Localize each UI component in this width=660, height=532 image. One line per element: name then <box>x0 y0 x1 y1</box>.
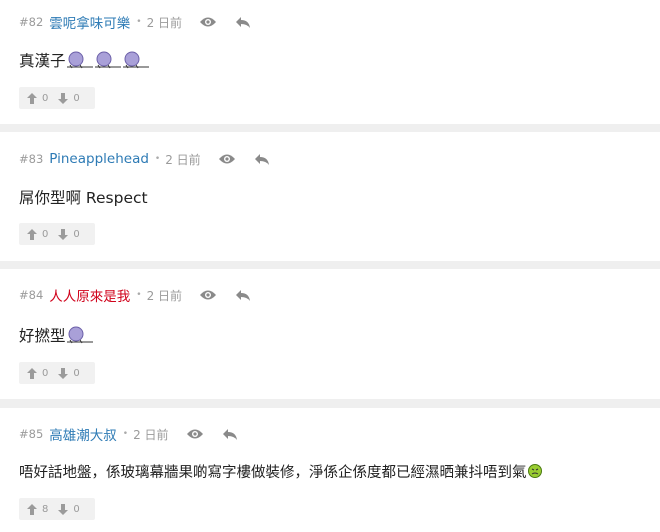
post-text: 真漢子 <box>19 52 66 70</box>
post-85: #85 高雄潮大叔 • 2 日前 唔好話地盤，係玻璃幕牆果啲寫字樓做裝修，淨係企… <box>0 408 660 532</box>
arrow-up-icon <box>27 367 37 379</box>
post-text: 屌你型啊 Respect <box>19 189 148 207</box>
eye-icon[interactable] <box>186 428 204 440</box>
arrow-down-icon <box>58 367 69 379</box>
upvote-button[interactable]: 8 <box>27 503 49 515</box>
post-meta: #84 人人原來是我 • 2 日前 <box>19 285 251 305</box>
upvote-count: 0 <box>42 92 49 104</box>
post-content: 屌你型啊 Respect <box>19 186 148 208</box>
downvote-count: 0 <box>73 92 80 104</box>
post-number: #83 <box>19 152 44 166</box>
dead-emoticon <box>94 51 121 69</box>
separator-dot: • <box>122 429 129 439</box>
arrow-up-icon <box>27 228 37 240</box>
post-number: #82 <box>19 15 44 29</box>
vote-bar: 8 0 <box>19 498 95 520</box>
reply-icon[interactable] <box>254 153 270 166</box>
arrow-down-icon <box>58 503 69 515</box>
arrow-down-icon <box>58 228 69 240</box>
arrow-down-icon <box>58 92 69 104</box>
upvote-count: 8 <box>42 503 49 515</box>
post-meta: #82 雲呢拿味可樂 • 2 日前 <box>19 12 251 32</box>
post-text: 好撚型 <box>19 327 66 345</box>
post-time: 2 日前 <box>165 152 201 167</box>
username-link[interactable]: 人人原來是我 <box>49 285 130 305</box>
separator-dot: • <box>136 290 142 300</box>
username-link[interactable]: 高雄潮大叔 <box>49 424 117 444</box>
upvote-button[interactable]: 0 <box>27 92 49 104</box>
post-content: 唔好話地盤，係玻璃幕牆果啲寫字樓做裝修，淨係企係度都已經濕晒兼抖唔到氣 <box>19 460 543 482</box>
upvote-button[interactable]: 0 <box>27 367 49 379</box>
post-content: 好撚型 <box>19 324 94 346</box>
post-time: 2 日前 <box>146 15 183 30</box>
dead-emoticon <box>122 51 149 69</box>
username-link[interactable]: 雲呢拿味可樂 <box>49 12 130 32</box>
vote-bar: 0 0 <box>19 223 95 245</box>
reply-icon[interactable] <box>235 16 251 29</box>
post-number: #84 <box>19 288 44 302</box>
upvote-count: 0 <box>42 367 49 379</box>
vote-bar: 0 0 <box>19 362 95 384</box>
post-84: #84 人人原來是我 • 2 日前 好撚型 0 0 <box>0 269 660 399</box>
eye-icon[interactable] <box>218 153 236 165</box>
post-time: 2 日前 <box>146 288 183 303</box>
eye-icon[interactable] <box>199 16 217 28</box>
post-text: 唔好話地盤，係玻璃幕牆果啲寫字樓做裝修，淨係企係度都已經濕晒兼抖唔到氣 <box>19 464 527 481</box>
dead-emoticon <box>66 51 93 69</box>
separator-dot: • <box>154 154 161 164</box>
post-time: 2 日前 <box>133 427 169 442</box>
dead-emoticon <box>66 326 93 344</box>
arrow-up-icon <box>27 92 37 104</box>
upvote-count: 0 <box>42 228 49 240</box>
downvote-button[interactable]: 0 <box>58 228 80 240</box>
downvote-count: 0 <box>73 228 80 240</box>
downvote-button[interactable]: 0 <box>58 92 80 104</box>
reply-icon[interactable] <box>235 289 251 302</box>
downvote-button[interactable]: 0 <box>58 503 80 515</box>
reply-icon[interactable] <box>222 428 238 441</box>
post-number: #85 <box>19 427 44 441</box>
eye-icon[interactable] <box>199 289 217 301</box>
vote-bar: 0 0 <box>19 87 95 109</box>
downvote-count: 0 <box>73 367 80 379</box>
post-meta: #85 高雄潮大叔 • 2 日前 <box>19 424 238 444</box>
arrow-up-icon <box>27 503 37 515</box>
downvote-count: 0 <box>73 503 80 515</box>
username-link[interactable]: Pineapplehead <box>49 151 149 167</box>
downvote-button[interactable]: 0 <box>58 367 80 379</box>
separator-dot: • <box>136 17 142 27</box>
post-meta: #83 Pineapplehead • 2 日前 <box>19 150 270 168</box>
sick-emoticon <box>527 464 542 478</box>
post-83: #83 Pineapplehead • 2 日前 屌你型啊 Respect 0 … <box>0 132 660 261</box>
post-content: 真漢子 <box>19 49 150 71</box>
upvote-button[interactable]: 0 <box>27 228 49 240</box>
post-82: #82 雲呢拿味可樂 • 2 日前 真漢子 0 0 <box>0 0 660 124</box>
